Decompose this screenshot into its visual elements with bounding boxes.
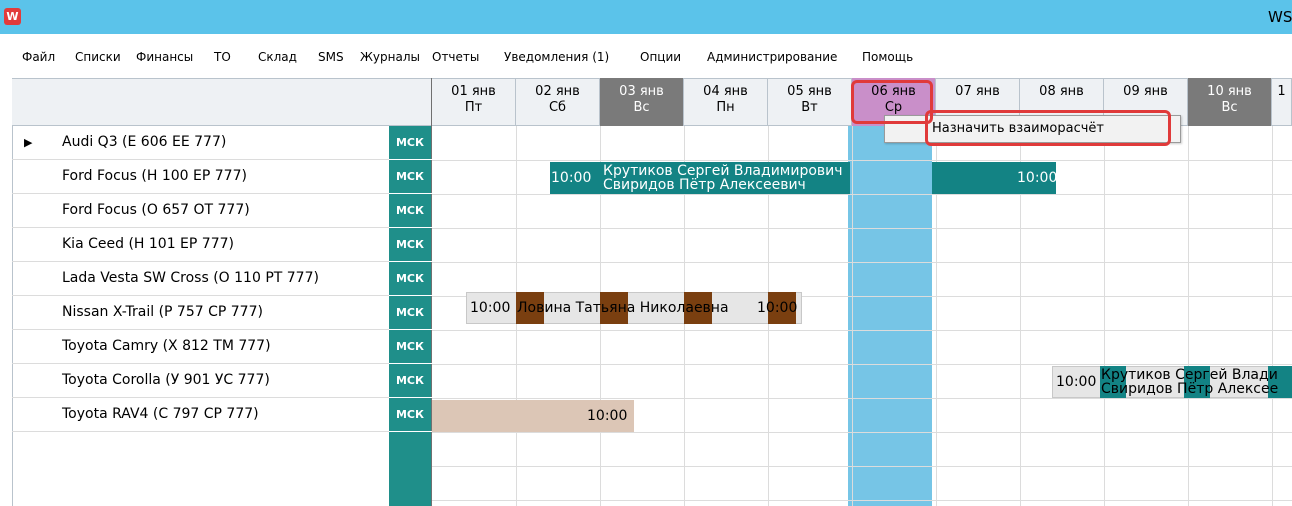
car-name: Audi Q3 (Е 606 ЕЕ 777) <box>62 134 227 150</box>
booking-driver: Свиридов Пётр Алексее <box>1101 382 1279 396</box>
car-name: Lada Vesta SW Cross (О 110 РТ 777) <box>62 270 319 286</box>
app-logo-icon: W <box>4 8 21 25</box>
grid-line <box>432 262 1292 263</box>
booking-start-time: 10:00 <box>1056 374 1097 390</box>
booking-start-time: 10:00 <box>470 300 511 316</box>
day-weekday: Пт <box>464 100 483 115</box>
grid-line <box>1104 126 1105 506</box>
menu-to[interactable]: ТО <box>214 50 231 64</box>
day-date: 09 янв <box>1123 84 1168 99</box>
car-row[interactable]: Nissan X-Trail (Р 757 СР 777) <box>12 296 389 330</box>
region-badge <box>389 432 432 506</box>
grid-line <box>432 228 1292 229</box>
car-row[interactable]: Toyota Corolla (У 901 УС 777) <box>12 364 389 398</box>
car-name: Ford Focus (О 657 ОТ 777) <box>62 202 250 218</box>
day-date: 07 янв <box>955 84 1000 99</box>
grid-line <box>1272 126 1273 506</box>
header-corner <box>12 78 432 126</box>
grid-line <box>432 330 1292 331</box>
car-name: Ford Focus (Н 100 ЕР 777) <box>62 168 247 184</box>
menu-finance[interactable]: Финансы <box>136 50 193 64</box>
grid-line <box>432 432 1292 433</box>
region-badge: МСК <box>389 262 432 295</box>
region-badge: МСК <box>389 194 432 227</box>
car-row[interactable]: Ford Focus (Н 100 ЕР 777) <box>12 160 389 194</box>
region-badge: МСК <box>389 228 432 261</box>
grid-line <box>432 364 1292 365</box>
day-header[interactable]: 04 янв Пн <box>684 78 768 126</box>
car-row[interactable]: Toyota RAV4 (С 797 СР 777) <box>12 398 389 432</box>
day-weekday: Вт <box>801 100 818 115</box>
menu-administration[interactable]: Администрирование <box>707 50 837 64</box>
booking-client: Ловина Татьяна Николаевна <box>517 300 729 316</box>
menu-help[interactable]: Помощь <box>862 50 913 64</box>
menu-item-highlight-frame <box>925 110 1171 146</box>
booking-client: Крутиков Сергей Влади <box>1101 368 1278 382</box>
region-badge: МСК <box>389 126 432 159</box>
day-date: 08 янв <box>1039 84 1084 99</box>
grid-line <box>432 160 1292 161</box>
today-column <box>848 126 932 506</box>
day-header[interactable]: 10 янв Вс <box>1188 78 1272 126</box>
day-weekday: Сб <box>548 100 567 115</box>
grid-line <box>1188 126 1189 506</box>
car-name: Kia Ceed (Н 101 ЕР 777) <box>62 236 234 252</box>
grid-line <box>432 466 1292 467</box>
day-header[interactable]: 03 янв Вс <box>600 78 684 126</box>
day-date: 04 янв <box>703 84 748 99</box>
menu-sms[interactable]: SMS <box>318 50 344 64</box>
region-badge: МСК <box>389 364 432 397</box>
day-date: 10 янв <box>1207 84 1252 99</box>
day-weekday: Вс <box>1221 100 1238 115</box>
day-date: 03 янв <box>619 84 664 99</box>
day-header[interactable]: 1 <box>1272 78 1292 126</box>
booking-start-time: 10:00 <box>551 170 592 186</box>
day-weekday: Пн <box>716 100 735 115</box>
car-name: Toyota RAV4 (С 797 СР 777) <box>62 406 259 422</box>
day-header[interactable]: 05 янв Вт <box>768 78 852 126</box>
region-badge: МСК <box>389 398 432 431</box>
booking-driver: Свиридов Пётр Алексеевич <box>603 177 806 193</box>
grid-line <box>432 500 1292 501</box>
grid-line <box>432 398 1292 399</box>
car-row[interactable]: Kia Ceed (Н 101 ЕР 777) <box>12 228 389 262</box>
booking-client: Крутиков Сергей Владимирович <box>603 163 843 179</box>
booking-end-time: 10:00 <box>587 408 628 424</box>
car-name: Nissan X-Trail (Р 757 СР 777) <box>62 304 263 320</box>
car-name: Toyota Corolla (У 901 УС 777) <box>62 372 270 388</box>
day-weekday: Вс <box>633 100 650 115</box>
menu-lists[interactable]: Списки <box>75 50 121 64</box>
booking-end-time: 10:00 <box>1017 170 1058 186</box>
title-bar: W WS <box>0 0 1292 34</box>
today-highlight-frame <box>851 80 933 124</box>
car-row[interactable]: Toyota Camry (Х 812 ТМ 777) <box>12 330 389 364</box>
booking-end-time: 10:00 <box>757 300 798 316</box>
day-date: 05 янв <box>787 84 832 99</box>
region-badge: МСК <box>389 160 432 193</box>
day-date: 02 янв <box>535 84 580 99</box>
grid-line <box>432 194 1292 195</box>
region-badge: МСК <box>389 330 432 363</box>
car-row[interactable]: Lada Vesta SW Cross (О 110 РТ 777) <box>12 262 389 296</box>
menu-warehouse[interactable]: Склад <box>258 50 297 64</box>
menu-notifications[interactable]: Уведомления (1) <box>504 50 609 64</box>
car-row[interactable]: Ford Focus (О 657 ОТ 777) <box>12 194 389 228</box>
car-name: Toyota Camry (Х 812 ТМ 777) <box>62 338 271 354</box>
day-date: 1 <box>1277 84 1286 99</box>
window-title: WS <box>1268 8 1292 26</box>
day-header[interactable]: 01 янв Пт <box>432 78 516 126</box>
menu-options[interactable]: Опции <box>640 50 681 64</box>
region-badge: МСК <box>389 296 432 329</box>
menu-journals[interactable]: Журналы <box>360 50 420 64</box>
day-header[interactable]: 02 янв Сб <box>516 78 600 126</box>
menu-reports[interactable]: Отчеты <box>432 50 479 64</box>
car-row[interactable]: ▶ Audi Q3 (Е 606 ЕЕ 777) <box>12 126 389 160</box>
current-row-arrow-icon: ▶ <box>24 136 33 149</box>
menu-bar: Файл Списки Финансы ТО Склад SMS Журналы… <box>0 44 1292 72</box>
menu-file[interactable]: Файл <box>22 50 55 64</box>
grid-line <box>852 126 853 506</box>
day-date: 01 янв <box>451 84 496 99</box>
